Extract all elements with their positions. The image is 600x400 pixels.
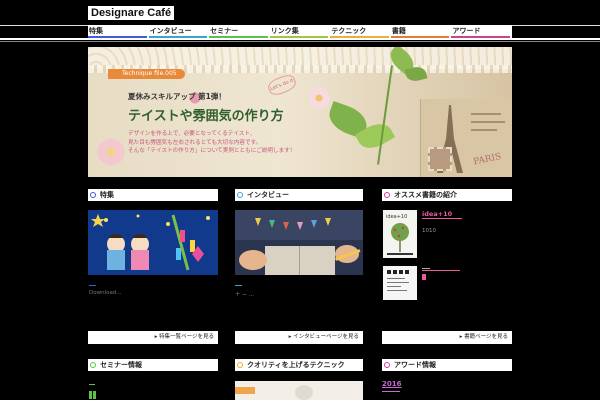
- bullet-icon: [237, 362, 243, 368]
- section-title: インタビュー: [247, 191, 289, 199]
- nav-item-links[interactable]: リンク集: [269, 25, 331, 38]
- feature-thumbnail[interactable]: [88, 210, 218, 275]
- technique-thumb-object: [295, 385, 313, 400]
- nav-item-feature[interactable]: 特集: [88, 25, 149, 38]
- interview-caption: ＋ − ...: [235, 292, 254, 298]
- tanabata-illustration: [88, 210, 218, 275]
- site-logo[interactable]: Designare Café: [88, 6, 175, 20]
- stem: [377, 65, 393, 165]
- seminar-section-header: セミナー情報: [88, 359, 218, 371]
- section-title: セミナー情報: [100, 361, 142, 369]
- nav-label: セミナー: [210, 27, 239, 35]
- book-subtitle: 1010: [422, 228, 436, 234]
- book-divider: [422, 218, 462, 219]
- nav-item-interview[interactable]: インタビュー: [148, 25, 210, 38]
- feature-accent: [89, 285, 96, 286]
- lets-do-it-badge: Let's do it: [266, 72, 298, 98]
- book-cover[interactable]: idea+10: [383, 210, 417, 258]
- award-section-header: アワード情報: [382, 359, 512, 371]
- bullet-icon: [90, 192, 96, 198]
- hero-desc-line: そんな「テイストの作り方」について実例とともにご説明します！: [128, 148, 296, 154]
- main-nav: 特集 インタビュー セミナー リンク集 テクニック 書籍 アワード: [88, 25, 512, 38]
- bullet-icon: [384, 362, 390, 368]
- flower-icon: [308, 87, 330, 109]
- book-cover[interactable]: [383, 266, 417, 300]
- header-rule: [0, 38, 600, 40]
- nav-label: アワード: [452, 27, 481, 35]
- feature-section-header: 特集: [88, 189, 218, 201]
- bullet-icon: [90, 362, 96, 368]
- technique-thumb-tag: [235, 387, 255, 394]
- page: Designare Café 特集 インタビュー セミナー リンク集 テクニック…: [0, 0, 600, 400]
- nav-item-award[interactable]: アワード: [451, 25, 512, 38]
- workshop-photo: [235, 210, 363, 275]
- hero-description: デザインを作る上で、必要となってくるテイスト、 見た目も雰囲気も左右されるとても…: [128, 130, 368, 156]
- seminar-marker: [93, 391, 96, 399]
- interview-more-link[interactable]: ▸ インタビューページを見る: [235, 331, 363, 344]
- interview-thumbnail[interactable]: [235, 210, 363, 275]
- section-title: 特集: [100, 191, 114, 199]
- award-year-link[interactable]: 2016: [382, 380, 401, 388]
- section-title: オススメ書籍の紹介: [394, 191, 457, 199]
- bullet-icon: [237, 192, 243, 198]
- stamp-decoration: [428, 147, 452, 171]
- books-section-header: オススメ書籍の紹介: [382, 189, 512, 201]
- hero-banner[interactable]: PARIS Technique file.005 Let's do it 夏休み…: [88, 47, 512, 177]
- interview-accent: [235, 285, 242, 286]
- section-title: アワード情報: [394, 361, 436, 369]
- feature-caption: Download...: [89, 290, 122, 296]
- award-divider: [382, 391, 400, 392]
- book-cover-art: idea+10: [383, 210, 417, 258]
- feature-more-link[interactable]: ▸ 特集一覧ページを見る: [88, 331, 218, 344]
- nav-item-technique[interactable]: テクニック: [330, 25, 391, 38]
- interview-section-header: インタビュー: [235, 189, 363, 201]
- nav-label: インタビュー: [149, 27, 192, 35]
- seminar-accent: [89, 384, 95, 385]
- hero-desc-line: デザインを作る上で、必要となってくるテイスト、: [128, 131, 256, 137]
- flower-icon: [96, 137, 126, 167]
- bullet-icon: [384, 192, 390, 198]
- technique-section-header: クオリティを上げるテクニック: [235, 359, 363, 371]
- hero-subtitle: 夏休みスキルアップ 第1弾！: [128, 92, 226, 101]
- nav-item-books[interactable]: 書籍: [390, 25, 452, 38]
- nav-label: リンク集: [270, 27, 299, 35]
- book-marker: [422, 274, 426, 280]
- book-meta-line: [422, 268, 430, 269]
- hero-desc-line: 見た目も雰囲気も左右されるとても大切な内容です。: [128, 139, 262, 146]
- nav-label: 書籍: [391, 27, 406, 35]
- svg-text:idea+10: idea+10: [386, 214, 407, 220]
- book-cover-art: [383, 266, 417, 300]
- books-more-link[interactable]: ▸ 書籍ページを見る: [382, 331, 512, 344]
- header-rule-thin: [0, 41, 600, 42]
- nav-label: テクニック: [331, 27, 367, 35]
- nav-item-seminar[interactable]: セミナー: [209, 25, 270, 38]
- seminar-marker: [89, 391, 92, 399]
- nav-label: 特集: [89, 27, 103, 35]
- technique-tag: Technique file.005: [108, 69, 185, 79]
- technique-thumbnail[interactable]: [235, 381, 363, 400]
- hero-title: テイストや雰囲気の作り方: [128, 109, 284, 124]
- book-divider: [422, 270, 460, 271]
- book-title-link[interactable]: idea+10: [422, 210, 452, 218]
- section-title: クオリティを上げるテクニック: [247, 361, 345, 369]
